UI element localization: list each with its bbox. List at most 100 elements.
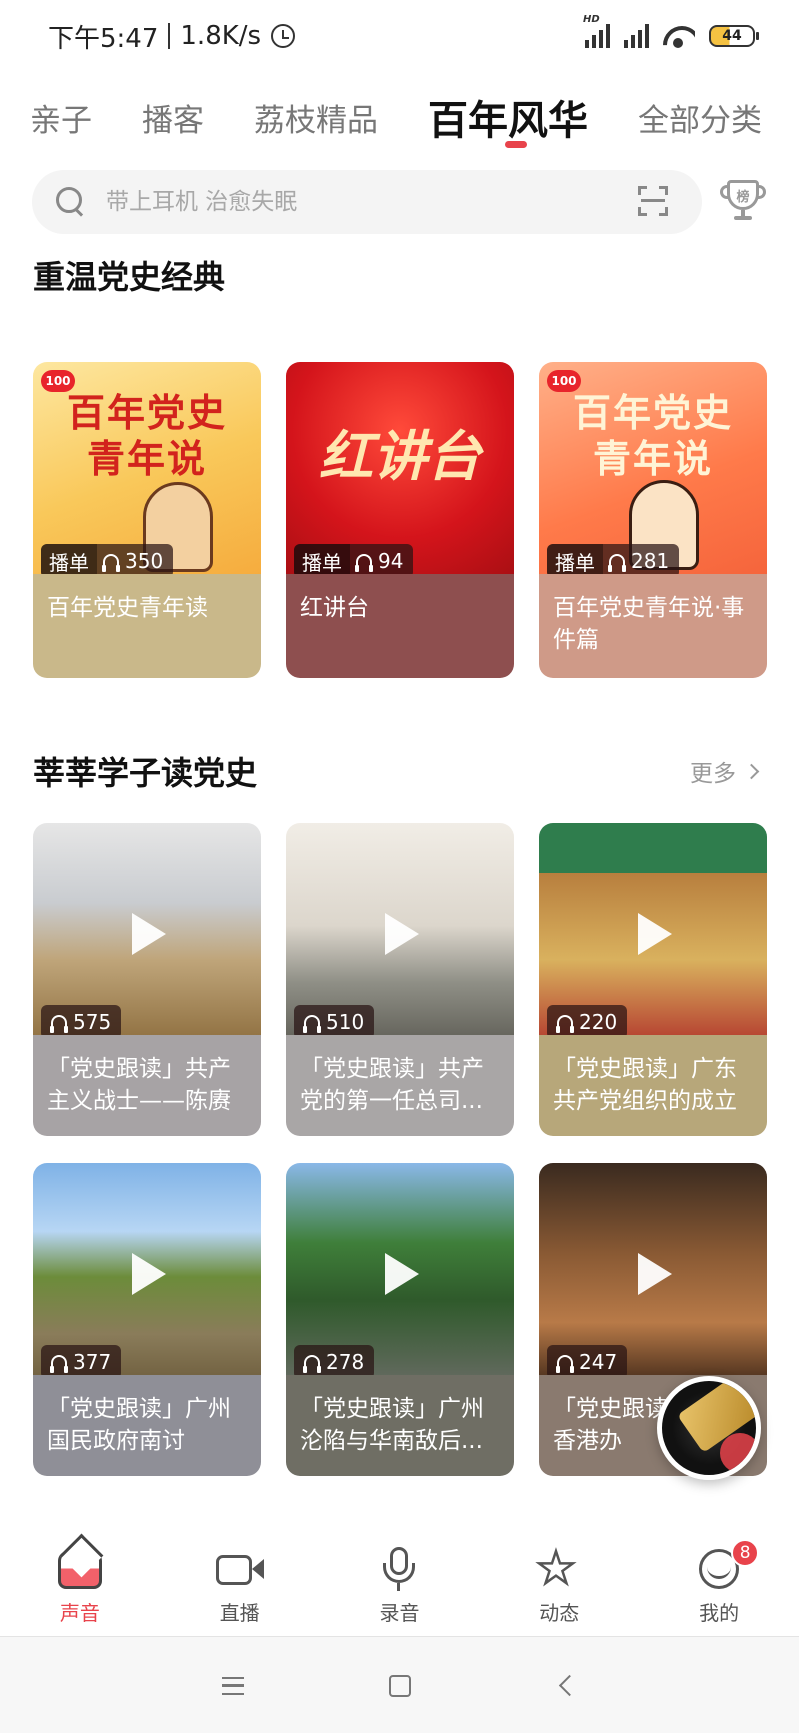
- listen-badge: 377: [41, 1345, 122, 1379]
- battery-icon: 44: [709, 25, 759, 47]
- playlist-badge: 播单 281: [547, 544, 680, 578]
- nav-item-me[interactable]: 我的 8: [639, 1535, 799, 1635]
- card-caption: 「党史跟读」共产主义战士——陈赓: [33, 1035, 261, 1136]
- listen-badge: 510: [294, 1005, 375, 1039]
- active-tab-indicator: [505, 141, 527, 148]
- video-camera-icon: [214, 1545, 266, 1593]
- video-thumbnail: 575: [33, 823, 261, 1051]
- nav-item-feed[interactable]: ★ 动态: [479, 1535, 639, 1635]
- chevron-right-icon: [743, 763, 760, 779]
- listen-count: 94: [350, 549, 413, 573]
- hd-label: HD: [583, 14, 600, 25]
- playlist-tag: 播单: [294, 544, 350, 578]
- video-thumbnail: 247: [539, 1163, 767, 1391]
- listen-count-value: 281: [631, 549, 670, 573]
- alarm-icon: [271, 24, 296, 48]
- card-caption: 「党史跟读」共产党的第一任总司...: [286, 1035, 514, 1136]
- listen-count: 220: [547, 1010, 627, 1034]
- listen-count: 278: [294, 1350, 374, 1374]
- playlist-card[interactable]: 100 百年党史 青年说 播单 281 百年党史青年说·事件篇: [539, 362, 767, 678]
- tab-lizhi-premium[interactable]: 荔枝精品: [254, 95, 378, 140]
- section-title-students-read-history: 莘莘学子读党史: [33, 754, 258, 792]
- play-icon: [638, 1253, 672, 1295]
- floating-player-disc[interactable]: [657, 1376, 761, 1480]
- play-icon: [385, 913, 419, 955]
- wifi-icon: [663, 24, 695, 48]
- listen-count-value: 94: [378, 549, 404, 573]
- nav-label: 直播: [219, 1601, 260, 1625]
- listen-count: 350: [97, 549, 173, 573]
- listen-count-value: 350: [125, 549, 164, 573]
- video-card[interactable]: 220 「党史跟读」广东共产党组织的成立: [539, 823, 767, 1136]
- video-card[interactable]: 510 「党史跟读」共产党的第一任总司...: [286, 823, 514, 1136]
- search-input[interactable]: [106, 189, 586, 215]
- play-icon: [385, 1253, 419, 1295]
- video-card[interactable]: 278 「党史跟读」广州沦陷与华南敌后...: [286, 1163, 514, 1476]
- scan-icon[interactable]: [638, 186, 668, 216]
- home-square-icon[interactable]: [389, 1675, 411, 1697]
- home-icon: [54, 1545, 106, 1593]
- playlist-card[interactable]: 100 百年党史 青年说 播单 350 百年党史青年读: [33, 362, 261, 678]
- playlist-badge: 播单 350: [41, 544, 174, 578]
- play-icon: [638, 913, 672, 955]
- listen-count: 247: [547, 1350, 627, 1374]
- back-icon[interactable]: [558, 1674, 581, 1697]
- play-icon: [132, 913, 166, 955]
- listen-count-value: 510: [326, 1010, 365, 1034]
- playlist-cover: 100 百年党史 青年说 播单 281: [539, 362, 767, 590]
- listen-count-value: 220: [579, 1010, 618, 1034]
- listen-badge: 278: [294, 1345, 375, 1379]
- system-navigation-bar: [0, 1637, 799, 1733]
- playlist-cover: 红讲台 播单 94: [286, 362, 514, 590]
- listen-count: 377: [41, 1350, 121, 1374]
- listen-badge: 220: [547, 1005, 628, 1039]
- menu-icon[interactable]: [222, 1677, 244, 1695]
- headphones-icon: [556, 1015, 574, 1033]
- nav-item-record[interactable]: 录音: [320, 1535, 480, 1635]
- card-caption: 「党史跟读」广州国民政府南讨: [33, 1375, 261, 1476]
- headphones-icon: [303, 1015, 321, 1033]
- video-card[interactable]: 575 「党史跟读」共产主义战士——陈赓: [33, 823, 261, 1136]
- tab-parenting[interactable]: 亲子: [30, 95, 92, 140]
- nav-item-live[interactable]: 直播: [160, 1535, 320, 1635]
- card-caption: 「党史跟读」广州沦陷与华南敌后...: [286, 1375, 514, 1476]
- tab-all-categories[interactable]: 全部分类: [638, 95, 762, 140]
- video-thumbnail: 510: [286, 823, 514, 1051]
- playlist-card[interactable]: 红讲台 播单 94 红讲台: [286, 362, 514, 678]
- video-thumbnail: 278: [286, 1163, 514, 1391]
- ranking-trophy-icon[interactable]: 榜: [720, 178, 766, 228]
- headphones-icon: [608, 554, 626, 572]
- centennial-logo: 100: [547, 370, 581, 392]
- headphones-icon: [50, 1355, 68, 1373]
- tab-centennial[interactable]: 百年风华: [428, 88, 588, 146]
- headphones-icon: [50, 1015, 68, 1033]
- playlist-tag: 播单: [41, 544, 97, 578]
- signal-icon: [624, 24, 649, 48]
- headphones-icon: [355, 554, 373, 572]
- more-link[interactable]: 更多: [690, 754, 760, 788]
- headphones-icon: [303, 1355, 321, 1373]
- cover-art-title: 百年党史 青年说: [572, 391, 733, 481]
- network-speed: 1.8K/s: [180, 21, 262, 51]
- video-card[interactable]: 377 「党史跟读」广州国民政府南讨: [33, 1163, 261, 1476]
- tab-podcast[interactable]: 播客: [142, 95, 204, 140]
- nav-item-sound[interactable]: 声音: [0, 1535, 160, 1635]
- notification-badge: 8: [731, 1539, 760, 1567]
- listen-badge: 247: [547, 1345, 628, 1379]
- status-right: HD 44: [583, 14, 759, 48]
- ranking-label: 榜: [727, 180, 759, 210]
- cover-art-title: 百年党史 青年说: [66, 391, 227, 481]
- listen-count: 281: [603, 549, 679, 573]
- search-bar[interactable]: [32, 170, 702, 234]
- status-separator: [168, 23, 171, 49]
- card-caption: 红讲台: [286, 574, 514, 678]
- headphones-icon: [556, 1355, 574, 1373]
- status-time: 下午5:47: [48, 23, 159, 54]
- play-icon: [132, 1253, 166, 1295]
- microphone-icon: [373, 1545, 425, 1593]
- video-thumbnail: 220: [539, 823, 767, 1051]
- listen-count: 575: [41, 1010, 121, 1034]
- search-icon: [56, 187, 86, 217]
- nav-label: 声音: [59, 1601, 100, 1625]
- card-caption: 「党史跟读」广东共产党组织的成立: [539, 1035, 767, 1136]
